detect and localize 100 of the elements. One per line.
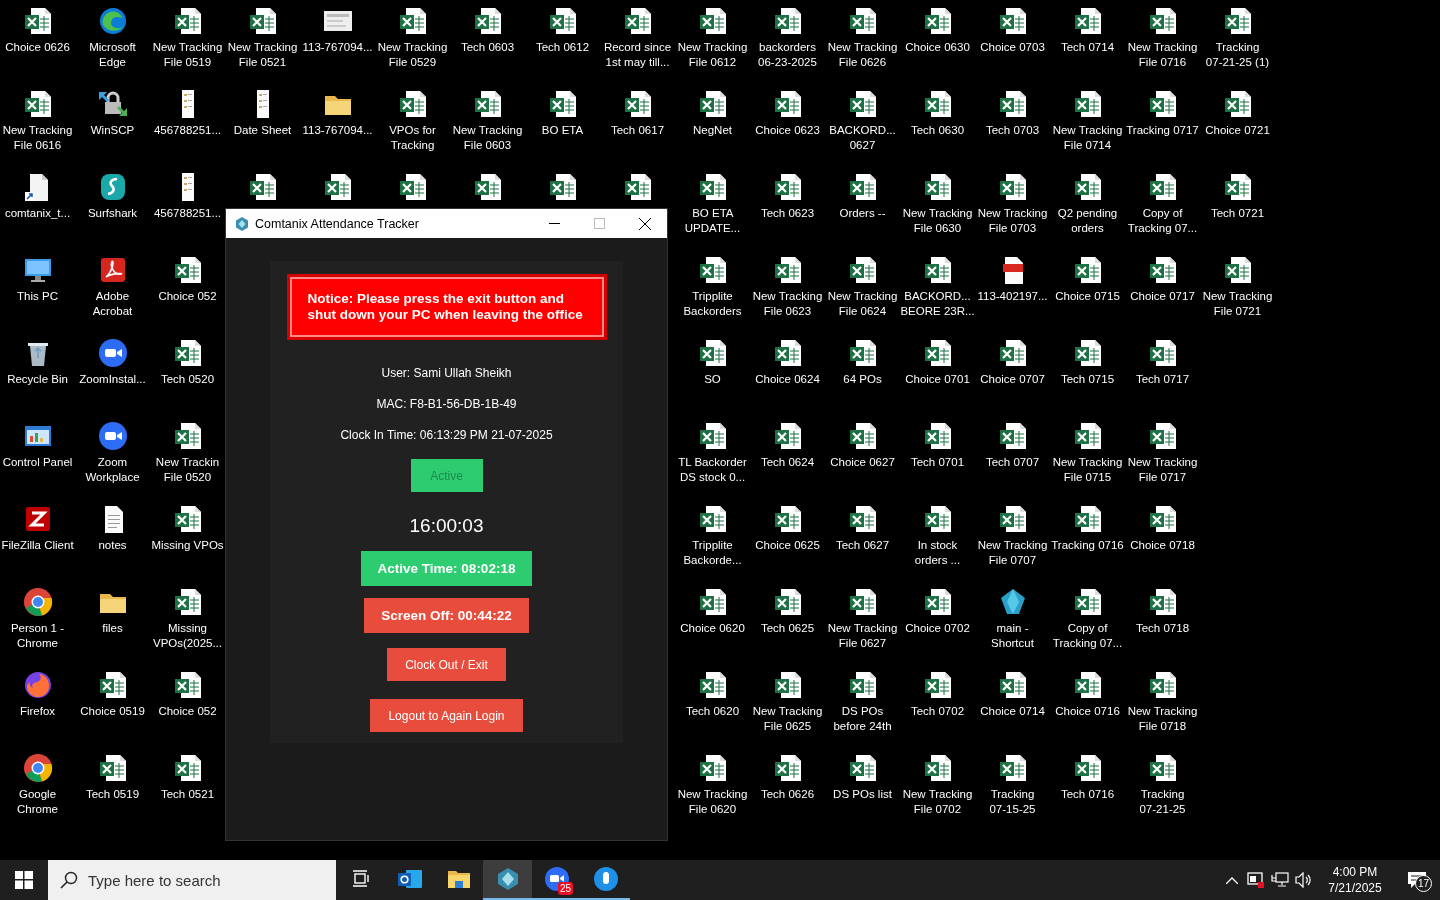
desktop-icon-label[interactable]: Tech 0624 <box>750 455 825 470</box>
desktop-icon-label[interactable]: Tech 0620 <box>675 704 750 719</box>
desktop-icon-label[interactable]: New Tracking File 0624 <box>825 289 900 319</box>
desktop-icon-label[interactable]: Tripplite Backorde... <box>675 538 750 568</box>
app-button[interactable] <box>483 860 532 900</box>
desktop-icon-label[interactable]: Choice 0702 <box>900 621 975 636</box>
desktop-icon-label[interactable]: DS POs list <box>825 787 900 802</box>
desktop-icon-label[interactable]: Firefox <box>0 704 75 719</box>
desktop-icon-label[interactable]: Copy of Tracking 07... <box>1050 621 1125 651</box>
desktop-icon-label[interactable]: Tracking 0716 <box>1050 538 1125 553</box>
video-app-icon[interactable] <box>96 337 129 369</box>
desktop-icon-label[interactable]: Choice 0625 <box>750 538 825 553</box>
desktop-icon-label[interactable]: Tech 0627 <box>825 538 900 553</box>
logout-button[interactable]: Logout to Again Login <box>370 699 523 732</box>
desktop-icon-label[interactable]: DS POs before 24th <box>825 704 900 734</box>
desktop-icon-label[interactable]: Choice 0721 <box>1200 123 1275 138</box>
desktop-icon-label[interactable]: Tracking 07-21-25 <box>1125 787 1200 817</box>
desktop-icon-label[interactable]: Choice 0715 <box>1050 289 1125 304</box>
desktop-icon-label[interactable]: New Tracking File 0718 <box>1125 704 1200 734</box>
desktop-icon-label[interactable]: files <box>75 621 150 636</box>
desktop-icon-label[interactable]: Tech 0702 <box>900 704 975 719</box>
desktop-icon-label[interactable]: comtanix_t... <box>0 206 75 221</box>
desktop-icon-label[interactable]: Adobe Acrobat <box>75 289 150 319</box>
desktop-icon-label[interactable]: Choice 0627 <box>825 455 900 470</box>
desktop-icon-label[interactable]: Recycle Bin <box>0 372 75 387</box>
desktop-icon-label[interactable]: Control Panel <box>0 455 75 470</box>
video-app-icon[interactable] <box>96 420 129 452</box>
desktop-icon-label[interactable]: Choice 0630 <box>900 40 975 55</box>
desktop-icon-label[interactable]: Tech 0520 <box>150 372 225 387</box>
desktop-icon-label[interactable]: New Tracking File 0612 <box>675 40 750 70</box>
desktop-icon-label[interactable]: Tracking 0717 <box>1125 123 1200 138</box>
desktop-icon-label[interactable]: New Tracking File 0519 <box>150 40 225 70</box>
desktop-icon-label[interactable]: New Tracking File 0616 <box>0 123 75 153</box>
notification-button[interactable]: 17 <box>1394 860 1440 900</box>
desktop-icon-label[interactable]: 113-767094... <box>300 40 375 55</box>
desktop-icon-label[interactable]: WinSCP <box>75 123 150 138</box>
desktop-icon-label[interactable]: Google Chrome <box>0 787 75 817</box>
desktop-icon-label[interactable]: Tech 0617 <box>600 123 675 138</box>
desktop-icon-label[interactable]: Tech 0603 <box>450 40 525 55</box>
desktop-icon-label[interactable]: New Tracking File 0626 <box>825 40 900 70</box>
desktop-icon-label[interactable]: 456788251... <box>150 206 225 221</box>
desktop-icon-label[interactable]: New Tracking File 0625 <box>750 704 825 734</box>
desktop-icon-label[interactable]: Tech 0701 <box>900 455 975 470</box>
desktop-icon-label[interactable]: BACKORD... 0627 <box>825 123 900 153</box>
desktop-icon-label[interactable]: Choice 0717 <box>1125 289 1200 304</box>
desktop-icon-label[interactable]: BACKORD... BEORE 23R... <box>900 289 975 319</box>
desktop-icon-label[interactable]: notes <box>75 538 150 553</box>
desktop-icon-label[interactable]: New Tracking File 0707 <box>975 538 1050 568</box>
desktop-icon-label[interactable]: Tech 0521 <box>150 787 225 802</box>
desktop-icon-label[interactable]: 456788251... <box>150 123 225 138</box>
video-app-button[interactable]: 25 <box>532 860 581 900</box>
desktop-icon-label[interactable]: Tracking 07-15-25 <box>975 787 1050 817</box>
desktop-icon-label[interactable]: New Tracking File 0717 <box>1125 455 1200 485</box>
desktop-icon-label[interactable]: VPOs for Tracking <box>375 123 450 153</box>
desktop-icon-label[interactable]: Tech 0623 <box>750 206 825 221</box>
desktop-icon-label[interactable]: Choice 0626 <box>0 40 75 55</box>
desktop-icon-label[interactable]: Tech 0716 <box>1050 787 1125 802</box>
desktop-icon-label[interactable]: New Tracking File 0721 <box>1200 289 1275 319</box>
desktop-icon-label[interactable]: Choice 0707 <box>975 372 1050 387</box>
desktop-icon-label[interactable]: Choice 0718 <box>1125 538 1200 553</box>
desktop-icon-label[interactable]: Surfshark <box>75 206 150 221</box>
desktop-icon-label[interactable]: Tracking 07-21-25 (1) <box>1200 40 1275 70</box>
desktop-icon-label[interactable]: 64 POs <box>825 372 900 387</box>
desktop-icon-label[interactable]: Tech 0625 <box>750 621 825 636</box>
desktop-icon-label[interactable]: Choice 0703 <box>975 40 1050 55</box>
desktop-icon-label[interactable]: New Tracking File 0703 <box>975 206 1050 236</box>
desktop-icon-label[interactable]: New Tracking File 0630 <box>900 206 975 236</box>
desktop-icon-label[interactable]: Tech 0715 <box>1050 372 1125 387</box>
desktop-icon-label[interactable]: Tech 0718 <box>1125 621 1200 636</box>
desktop-icon-label[interactable]: New Tracking File 0521 <box>225 40 300 70</box>
desktop-icon-label[interactable]: New Tracking File 0603 <box>450 123 525 153</box>
desktop-icon-label[interactable]: New Tracking File 0716 <box>1125 40 1200 70</box>
desktop-icon-label[interactable]: Orders -- <box>825 206 900 221</box>
desktop-icon-label[interactable]: New Tracking File 0714 <box>1050 123 1125 153</box>
clock-out-button[interactable]: Clock Out / Exit <box>387 648 506 681</box>
desktop-icon-label[interactable]: Tech 0519 <box>75 787 150 802</box>
desktop-icon-label[interactable]: New Trackin File 0520 <box>150 455 225 485</box>
desktop-icon-label[interactable]: Choice 0716 <box>1050 704 1125 719</box>
desktop-icon-label[interactable]: Tech 0714 <box>1050 40 1125 55</box>
desktop-icon-label[interactable]: Choice 0623 <box>750 123 825 138</box>
desktop-icon-label[interactable]: Q2 pending orders <box>1050 206 1125 236</box>
desktop-icon-label[interactable]: New Tracking File 0623 <box>750 289 825 319</box>
desktop-icon-label[interactable]: Tech 0721 <box>1200 206 1275 221</box>
chrome-icon[interactable] <box>21 752 54 784</box>
desktop-icon-label[interactable]: Zoom Workplace <box>75 455 150 485</box>
desktop-icon-label[interactable]: Missing VPOs(2025... <box>150 621 225 651</box>
desktop-icon-label[interactable]: Choice 052 <box>150 289 225 304</box>
desktop-icon-label[interactable]: Tech 0703 <box>975 123 1050 138</box>
desktop-icon-label[interactable]: Tech 0630 <box>900 123 975 138</box>
desktop-icon-label[interactable]: Copy of Tracking 07... <box>1125 206 1200 236</box>
desktop-icon-label[interactable]: This PC <box>0 289 75 304</box>
desktop-icon-label[interactable]: Date Sheet <box>225 123 300 138</box>
desktop-icon-label[interactable]: Choice 052 <box>150 704 225 719</box>
desktop-icon-label[interactable]: NegNet <box>675 123 750 138</box>
desktop-icon-label[interactable]: Person 1 - Chrome <box>0 621 75 651</box>
chrome-icon[interactable] <box>21 586 54 618</box>
desktop-icon-label[interactable]: FileZilla Client <box>0 538 75 553</box>
desktop-icon-label[interactable]: Microsoft Edge <box>75 40 150 70</box>
desktop-icon-label[interactable]: 113-402197... <box>975 289 1050 304</box>
desktop-icon-label[interactable]: ZoomInstal... <box>75 372 150 387</box>
